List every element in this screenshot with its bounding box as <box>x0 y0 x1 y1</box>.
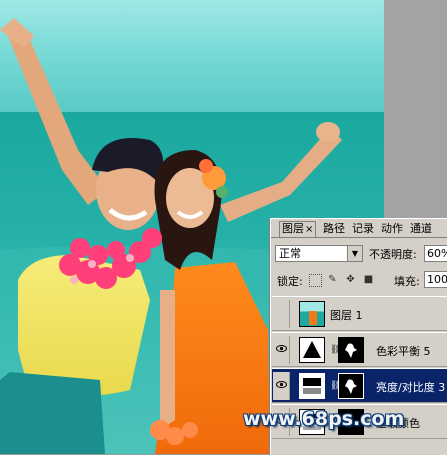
tab-paths[interactable]: 路径 <box>321 222 347 237</box>
tab-layers-label: 图层 <box>282 222 304 235</box>
chevron-down-icon[interactable]: ▼ <box>347 246 362 261</box>
lock-pixels-icon[interactable]: ✎ <box>327 274 338 285</box>
visibility-toggle[interactable] <box>273 372 290 400</box>
visibility-toggle[interactable] <box>273 336 290 364</box>
layer-name: 亮度/对比度 3 <box>376 381 446 394</box>
panel-tabs: 图层× 路径 记录 动作 通道 <box>271 219 447 238</box>
blend-mode-select[interactable]: 正常 ▼ <box>275 245 363 262</box>
adjustment-icon <box>299 337 325 363</box>
layer-name: 色彩平衡 5 <box>376 345 431 358</box>
eye-icon <box>276 381 287 388</box>
tab-channels[interactable]: 通道 <box>408 222 434 237</box>
tab-channels-label: 通道 <box>410 222 432 235</box>
fill-input[interactable]: 100% <box>424 271 447 288</box>
fill-label: 填充: <box>394 275 420 288</box>
blend-mode-value: 正常 <box>279 247 301 260</box>
eye-icon <box>276 345 287 352</box>
adjustment-icon <box>299 373 325 399</box>
opacity-input[interactable]: 60% <box>424 245 447 262</box>
tab-history-label: 记录 <box>352 222 374 235</box>
blend-opacity-row: 正常 ▼ 不透明度: 60% <box>275 245 447 265</box>
opacity-label: 不透明度: <box>369 248 417 261</box>
mask-thumbnail <box>338 373 364 399</box>
tab-actions[interactable]: 动作 <box>379 222 405 237</box>
layer-row[interactable]: 图层 1 <box>272 296 447 331</box>
layer-row-selected[interactable]: ⛓ 亮度/对比度 3 <box>272 368 447 403</box>
tab-actions-label: 动作 <box>381 222 403 235</box>
link-icon[interactable]: ⛓ <box>330 381 341 391</box>
tab-close-icon[interactable]: × <box>305 224 313 235</box>
tab-layers[interactable]: 图层× <box>279 221 317 237</box>
lock-all-icon[interactable]: ■ <box>363 274 374 285</box>
tab-paths-label: 路径 <box>323 222 345 235</box>
layer-thumbnail <box>299 301 325 327</box>
link-icon[interactable]: ⛓ <box>330 345 341 355</box>
lock-fill-row: 锁定: ✎ ✥ ■ 填充: 100% <box>275 271 447 289</box>
lock-transparency-icon[interactable] <box>309 274 322 287</box>
mask-thumbnail <box>338 337 364 363</box>
tab-history[interactable]: 记录 <box>350 222 376 237</box>
visibility-toggle[interactable] <box>273 300 290 328</box>
lock-label: 锁定: <box>277 275 303 288</box>
layer-name: 图层 1 <box>330 309 363 322</box>
lock-position-icon[interactable]: ✥ <box>345 274 356 285</box>
watermark: www.68ps.com <box>243 408 405 430</box>
layer-row[interactable]: ⛓ 色彩平衡 5 <box>272 332 447 367</box>
